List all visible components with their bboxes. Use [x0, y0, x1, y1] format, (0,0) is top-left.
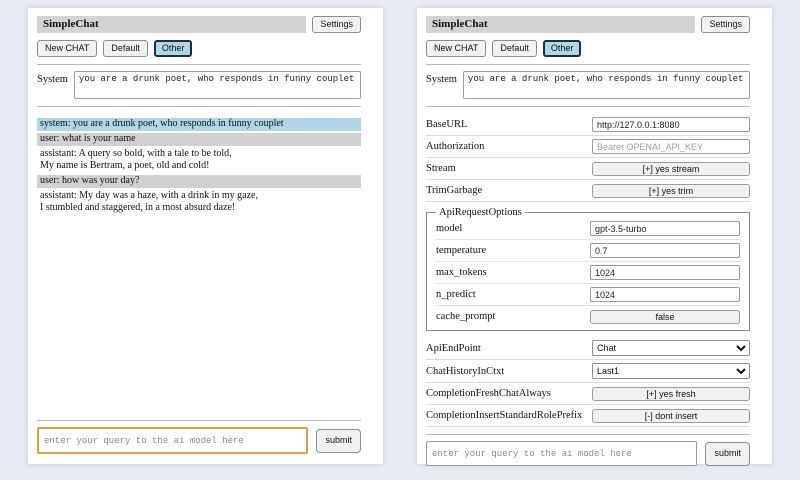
completionfreshchatalways-label: CompletionFreshChatAlways	[426, 388, 551, 399]
divider	[426, 434, 750, 435]
setting-row-max-tokens: max_tokens	[436, 262, 740, 284]
divider	[426, 64, 750, 65]
setting-row-completioninsertstandardroleprefix: CompletionInsertStandardRolePrefix [-] d…	[426, 405, 750, 427]
stream-toggle-button[interactable]: [+] yes stream	[592, 162, 750, 176]
divider	[37, 106, 361, 107]
settings-list: BaseURL Authorization Stream [+] yes str…	[426, 114, 750, 427]
max-tokens-label: max_tokens	[436, 267, 487, 278]
trimgarbage-toggle-button[interactable]: [+] yes trim	[592, 184, 750, 198]
api-request-options-legend: ApiRequestOptions	[436, 207, 525, 218]
system-prompt-input[interactable]: you are a drunk poet, who responds in fu…	[74, 71, 361, 99]
session-other-button[interactable]: Other	[543, 40, 582, 57]
setting-row-stream: Stream [+] yes stream	[426, 158, 750, 180]
baseurl-label: BaseURL	[426, 119, 467, 130]
chat-message-assistant: assistant: My day was a haze, with a dri…	[37, 190, 361, 215]
setting-row-model: model	[436, 218, 740, 240]
baseurl-input[interactable]	[592, 117, 750, 132]
chat-message-user: user: what is your name	[37, 133, 361, 146]
setting-row-completionfreshchatalways: CompletionFreshChatAlways [+] yes fresh	[426, 383, 750, 405]
divider	[37, 64, 361, 65]
cache-prompt-label: cache_prompt	[436, 311, 495, 322]
temperature-label: temperature	[436, 245, 486, 256]
authorization-input[interactable]	[592, 139, 750, 154]
apiendpoint-label: ApiEndPoint	[426, 343, 481, 354]
settings-button[interactable]: Settings	[312, 16, 361, 33]
submit-button[interactable]: submit	[705, 442, 750, 466]
setting-row-apiendpoint: ApiEndPoint Chat	[426, 337, 750, 360]
new-chat-button[interactable]: New CHAT	[37, 40, 97, 57]
session-row: New CHAT Default Other	[37, 40, 361, 57]
query-input[interactable]	[37, 427, 308, 454]
setting-row-n-predict: n_predict	[436, 284, 740, 306]
page: SimpleChat Settings New CHAT Default Oth…	[0, 0, 800, 472]
session-default-button[interactable]: Default	[103, 40, 148, 57]
setting-row-authorization: Authorization	[426, 136, 750, 158]
session-row: New CHAT Default Other	[426, 40, 750, 57]
session-default-button[interactable]: Default	[492, 40, 537, 57]
apiendpoint-select[interactable]: Chat	[592, 340, 750, 356]
stream-label: Stream	[426, 163, 456, 174]
setting-row-trimgarbage: TrimGarbage [+] yes trim	[426, 180, 750, 202]
system-label: System	[37, 71, 68, 85]
max-tokens-input[interactable]	[590, 265, 740, 280]
model-input[interactable]	[590, 221, 740, 236]
system-label: System	[426, 71, 457, 85]
titlebar: SimpleChat Settings	[426, 16, 750, 33]
chat-message-user: user: how was your day?	[37, 175, 361, 188]
authorization-label: Authorization	[426, 141, 484, 152]
divider	[37, 420, 361, 421]
n-predict-input[interactable]	[590, 287, 740, 302]
chat-log: system: you are a drunk poet, who respon…	[37, 118, 361, 217]
settings-panel: SimpleChat Settings New CHAT Default Oth…	[417, 8, 772, 464]
submit-button[interactable]: submit	[316, 429, 361, 453]
api-request-options-fieldset: ApiRequestOptions model temperature max_…	[426, 207, 750, 331]
system-row: System you are a drunk poet, who respond…	[37, 71, 361, 99]
system-row: System you are a drunk poet, who respond…	[426, 71, 750, 99]
temperature-input[interactable]	[590, 243, 740, 258]
model-label: model	[436, 223, 462, 234]
completioninsertstandardroleprefix-label: CompletionInsertStandardRolePrefix	[426, 410, 582, 421]
completioninsertstandardroleprefix-toggle-button[interactable]: [-] dont insert	[592, 409, 750, 423]
setting-row-baseurl: BaseURL	[426, 114, 750, 136]
n-predict-label: n_predict	[436, 289, 476, 300]
setting-row-chathistoryinctxt: ChatHistoryInCtxt Last1	[426, 360, 750, 383]
completionfreshchatalways-toggle-button[interactable]: [+] yes fresh	[592, 387, 750, 401]
chat-message-assistant: assistant: A query so bold, with a tale …	[37, 148, 361, 173]
chat-panel: SimpleChat Settings New CHAT Default Oth…	[28, 8, 383, 464]
composer: submit	[37, 427, 361, 454]
composer: submit	[426, 441, 750, 466]
chat-message-system: system: you are a drunk poet, who respon…	[37, 118, 361, 131]
divider	[426, 106, 750, 107]
session-other-button[interactable]: Other	[154, 40, 193, 57]
titlebar: SimpleChat Settings	[37, 16, 361, 33]
query-input[interactable]	[426, 441, 697, 466]
spacer	[37, 217, 361, 413]
app-title: SimpleChat	[37, 16, 306, 33]
system-prompt-input[interactable]: you are a drunk poet, who responds in fu…	[463, 71, 750, 99]
chathistoryinctxt-select[interactable]: Last1	[592, 363, 750, 379]
trimgarbage-label: TrimGarbage	[426, 185, 482, 196]
cache-prompt-toggle-button[interactable]: false	[590, 310, 740, 324]
chathistoryinctxt-label: ChatHistoryInCtxt	[426, 366, 504, 377]
setting-row-temperature: temperature	[436, 240, 740, 262]
app-title: SimpleChat	[426, 16, 695, 33]
new-chat-button[interactable]: New CHAT	[426, 40, 486, 57]
settings-button[interactable]: Settings	[701, 16, 750, 33]
setting-row-cache-prompt: cache_prompt false	[436, 306, 740, 327]
